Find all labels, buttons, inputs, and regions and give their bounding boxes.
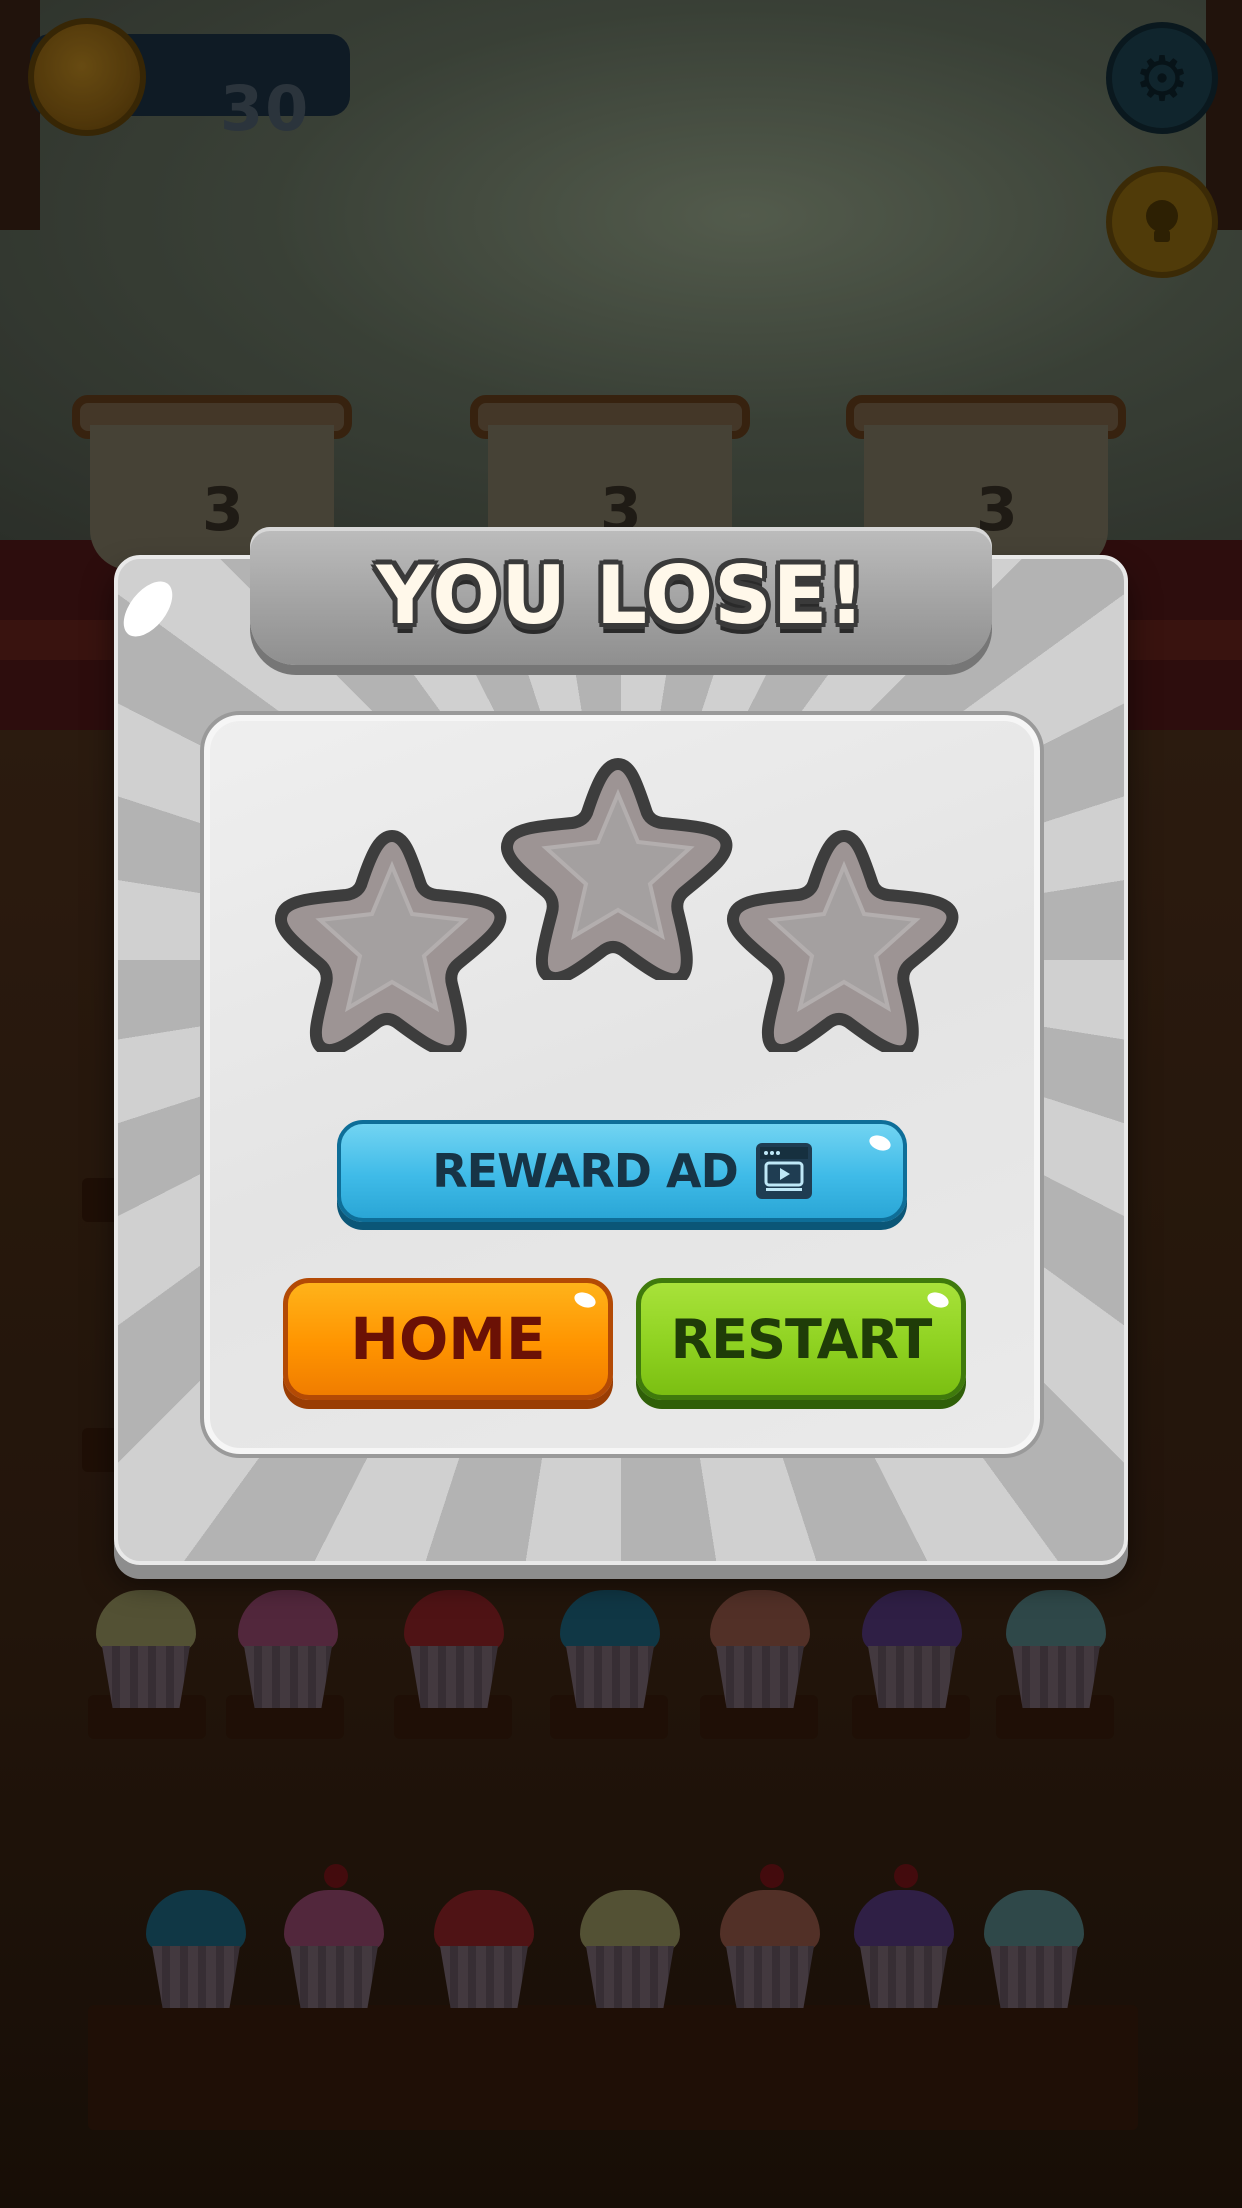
reward-ad-button[interactable]: REWARD AD xyxy=(337,1120,907,1222)
home-button[interactable]: HOME xyxy=(283,1278,613,1400)
restart-label: RESTART xyxy=(670,1307,933,1371)
star-icon xyxy=(724,822,964,1058)
star-icon xyxy=(272,822,512,1058)
video-ad-icon xyxy=(755,1143,812,1199)
reward-ad-label: REWARD AD xyxy=(432,1144,739,1198)
star-icon xyxy=(498,750,738,986)
title-banner: YOU LOSE! xyxy=(250,527,992,665)
gloss-highlight xyxy=(114,572,182,646)
home-label: HOME xyxy=(350,1305,546,1373)
dialog-title: YOU LOSE! xyxy=(376,549,866,642)
restart-button[interactable]: RESTART xyxy=(636,1278,966,1400)
